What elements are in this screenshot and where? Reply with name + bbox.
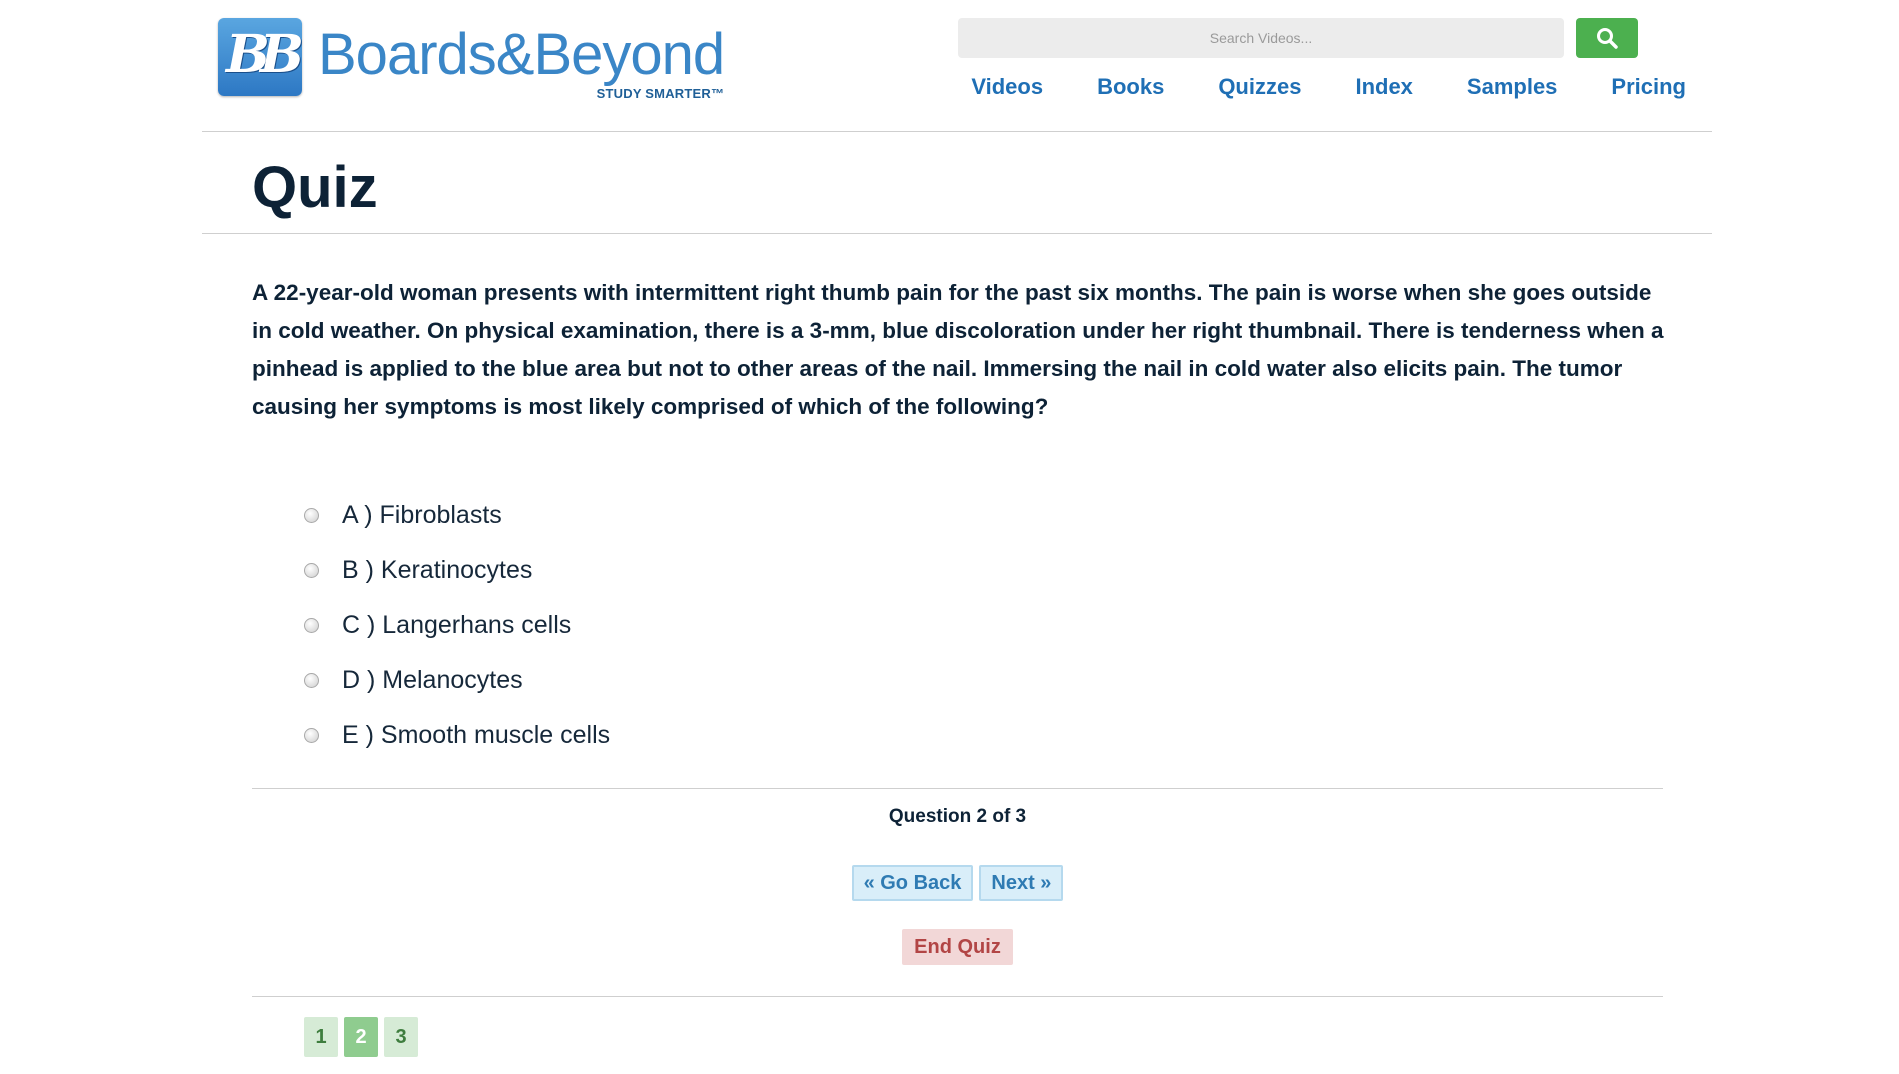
search-input[interactable] — [958, 18, 1564, 58]
option-label: E ) Smooth muscle cells — [342, 721, 611, 749]
divider — [252, 788, 1663, 789]
nav-books[interactable]: Books — [1097, 74, 1164, 100]
answer-options: A ) Fibroblasts B ) Keratinocytes C ) La… — [304, 488, 610, 763]
logo-name: Boards&Beyond — [318, 22, 725, 87]
page-button-3[interactable]: 3 — [384, 1017, 418, 1057]
radio-button[interactable] — [304, 618, 319, 633]
end-quiz-wrap: End Quiz — [252, 929, 1663, 965]
nav-quizzes[interactable]: Quizzes — [1218, 74, 1301, 100]
title-bar: Quiz — [202, 132, 1712, 234]
logo-mark: BB — [218, 18, 304, 96]
radio-button[interactable] — [304, 508, 319, 523]
option-label: B ) Keratinocytes — [342, 556, 533, 584]
logo-text: Boards&Beyond STUDY SMARTER™ — [318, 22, 725, 102]
question-pagination: 1 2 3 — [304, 1017, 418, 1057]
logo-mark-text: BB — [226, 24, 304, 85]
site-logo[interactable]: BB Boards&Beyond STUDY SMARTER™ — [218, 18, 725, 102]
search-icon — [1597, 28, 1618, 49]
nav-samples[interactable]: Samples — [1467, 74, 1558, 100]
search-button[interactable] — [1576, 18, 1638, 58]
nav-videos[interactable]: Videos — [971, 74, 1043, 100]
search-bar — [958, 18, 1638, 58]
next-button[interactable]: Next » — [979, 865, 1064, 901]
option-a[interactable]: A ) Fibroblasts — [304, 488, 610, 543]
logo-tagline: STUDY SMARTER™ — [596, 86, 725, 101]
main-nav: Videos Books Quizzes Index Samples Prici… — [971, 74, 1686, 100]
radio-button[interactable] — [304, 673, 319, 688]
option-label: A ) Fibroblasts — [342, 501, 502, 529]
page-title: Quiz — [252, 155, 378, 220]
question-text: A 22-year-old woman presents with interm… — [252, 280, 1664, 419]
radio-button[interactable] — [304, 728, 319, 743]
option-label: D ) Melanocytes — [342, 666, 523, 694]
option-b[interactable]: B ) Keratinocytes — [304, 543, 610, 598]
option-label: C ) Langerhans cells — [342, 611, 572, 639]
option-d[interactable]: D ) Melanocytes — [304, 653, 610, 708]
option-c[interactable]: C ) Langerhans cells — [304, 598, 610, 653]
radio-button[interactable] — [304, 563, 319, 578]
site-header: BB Boards&Beyond STUDY SMARTER™ Videos B… — [202, 0, 1712, 132]
divider — [252, 996, 1663, 997]
go-back-button[interactable]: « Go Back — [851, 865, 974, 901]
nav-pricing[interactable]: Pricing — [1611, 74, 1686, 100]
option-e[interactable]: E ) Smooth muscle cells — [304, 708, 610, 763]
nav-index[interactable]: Index — [1355, 74, 1412, 100]
question-counter: Question 2 of 3 — [888, 806, 1027, 827]
end-quiz-button[interactable]: End Quiz — [902, 929, 1013, 965]
page-button-2[interactable]: 2 — [344, 1017, 378, 1057]
page-button-1[interactable]: 1 — [304, 1017, 338, 1057]
quiz-navigation: « Go Back Next » — [252, 865, 1663, 901]
